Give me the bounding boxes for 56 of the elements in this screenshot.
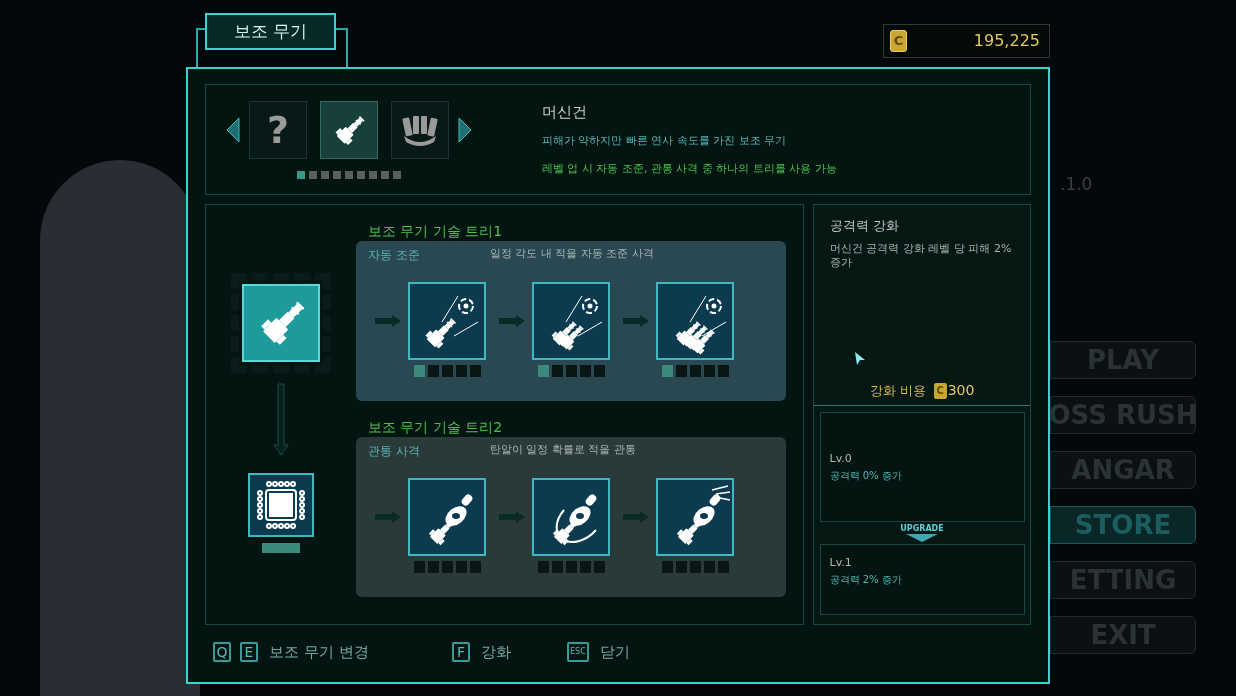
cost-label: 강화 비용 — [869, 381, 926, 400]
upgrade-description: 머신건 공격력 강화 레벨 당 피해 2% 증가 — [830, 241, 1013, 270]
right-arrow-icon — [375, 511, 401, 523]
weapon-slot[interactable] — [320, 101, 378, 159]
coin-icon: C — [890, 30, 907, 52]
right-arrow-icon — [499, 315, 525, 327]
level-effect: 공격력 0% 증가 — [829, 468, 903, 483]
down-arrow-icon — [273, 383, 289, 457]
currency-amount: 195,225 — [973, 30, 1041, 52]
left-arrow-icon[interactable] — [226, 117, 240, 143]
key-cap: F — [452, 642, 470, 663]
tree-name: 자동 조준 — [368, 247, 421, 264]
skill-node[interactable] — [408, 478, 486, 556]
right-arrow-icon[interactable] — [458, 117, 472, 143]
cursor-icon — [854, 351, 866, 367]
cost-amount: 300 — [947, 381, 975, 400]
tree-description: 탄알이 일정 확률로 적을 관통 — [490, 442, 636, 458]
tree-title: 보조 무기 기술 트리2 — [368, 418, 504, 437]
chip-icon — [255, 479, 307, 531]
right-arrow-icon — [375, 315, 401, 327]
version-label: .1.0 — [1060, 173, 1093, 196]
skill-node[interactable] — [656, 478, 734, 556]
key-hint-label: 보조 무기 변경 — [269, 642, 369, 663]
tree-name: 관통 사격 — [368, 443, 421, 460]
weapon-note: 레벨 업 시 자동 조준, 관통 사격 중 하나의 트리를 사용 가능 — [542, 161, 837, 177]
right-arrow-icon — [623, 511, 649, 523]
question-mark: ? — [266, 111, 289, 149]
weapon-description: 피해가 약하지만 빠른 연사 속도를 가진 보조 무기 — [542, 132, 788, 149]
weapon-slot[interactable] — [391, 101, 449, 159]
skill-node[interactable] — [408, 282, 486, 360]
skill-node[interactable] — [656, 282, 734, 360]
right-arrow-icon — [499, 511, 525, 523]
key-cap: ESC — [567, 642, 589, 663]
key-cap: E — [240, 642, 258, 663]
menu-button[interactable]: STORE — [1050, 506, 1196, 544]
upgrade-label: UPGRADE — [900, 524, 944, 534]
fist-icon — [400, 114, 440, 146]
coin-icon: C — [933, 382, 947, 399]
down-triangle-icon — [906, 534, 938, 542]
level-label: Lv.1 — [829, 555, 853, 571]
chip-bar — [262, 543, 300, 553]
tree-card[interactable]: 자동 조준 일정 각도 내 적을 자동 조준 사격 — [356, 241, 786, 401]
right-arrow-icon — [623, 315, 649, 327]
tree-card[interactable]: 관통 사격 탄알이 일정 확률로 적을 관통 — [356, 437, 786, 597]
key-cap: Q — [213, 642, 231, 663]
skill-node[interactable] — [532, 282, 610, 360]
level-effect: 공격력 2% 증가 — [829, 572, 903, 587]
level-label: Lv.0 — [829, 451, 853, 468]
key-hint-label: 강화 — [481, 642, 511, 663]
skill-node[interactable] — [532, 478, 610, 556]
upgrade-title: 공격력 강화 — [830, 217, 901, 235]
key-hint-label: 닫기 — [599, 642, 630, 663]
tree-description: 일정 각도 내 적을 자동 조준 사격 — [490, 246, 654, 262]
weapon-name: 머신건 — [542, 102, 588, 123]
tree-title: 보조 무기 기술 트리1 — [368, 222, 504, 241]
weapon-slot[interactable]: ? — [249, 101, 307, 159]
